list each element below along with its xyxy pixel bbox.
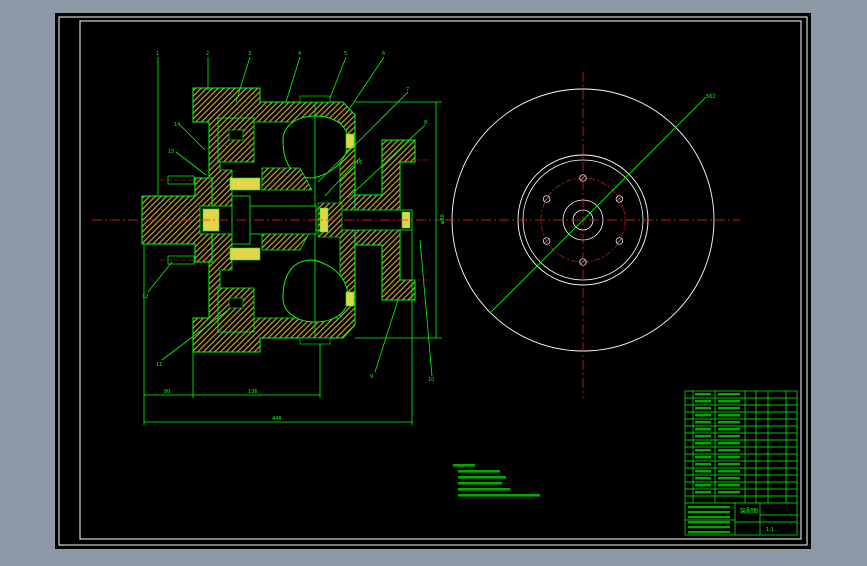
note-line bbox=[458, 494, 540, 497]
part-label-14: 14 bbox=[174, 122, 180, 128]
note-line bbox=[458, 476, 506, 479]
part-label-16: 16 bbox=[356, 160, 362, 166]
cad-viewport[interactable]: 1 2 3 4 5 6 7 8 14 15 16 12 11 9 10 80 1… bbox=[0, 0, 867, 562]
sleeve-upper bbox=[229, 177, 261, 191]
assembly-drawing[interactable]: 1 2 3 4 5 6 7 8 14 15 16 12 11 9 10 80 1… bbox=[0, 0, 867, 562]
part-label-4: 4 bbox=[298, 51, 301, 57]
title-drawing-name: 装配图 bbox=[740, 507, 758, 515]
part-label-15: 15 bbox=[168, 149, 174, 155]
part-label-10: 10 bbox=[428, 377, 434, 383]
part-label-8: 8 bbox=[424, 120, 427, 126]
part-label-9: 9 bbox=[370, 374, 373, 380]
part-label-12: 12 bbox=[142, 294, 148, 300]
part-label-11: 11 bbox=[156, 362, 162, 368]
bearing-lower bbox=[217, 287, 255, 333]
part-label-7: 7 bbox=[406, 87, 409, 93]
part-label-2: 2 bbox=[206, 51, 209, 57]
dim-left: 80 bbox=[164, 389, 170, 395]
part-label-6: 6 bbox=[382, 51, 385, 57]
part-label-1: 1 bbox=[156, 51, 159, 57]
note-line bbox=[458, 482, 502, 485]
dim-right: φ80 bbox=[440, 214, 446, 224]
part-label-5: 5 bbox=[344, 51, 347, 57]
note-line bbox=[458, 488, 510, 491]
part-label-3: 3 bbox=[248, 51, 251, 57]
title-scale: 1:1 bbox=[766, 527, 774, 533]
drawing-sheet bbox=[55, 13, 811, 549]
dim-mid: 136 bbox=[248, 389, 258, 395]
sleeve-lower bbox=[229, 247, 261, 261]
note-line bbox=[458, 470, 500, 473]
dim-total: 448 bbox=[272, 416, 282, 422]
note-line bbox=[453, 464, 475, 467]
diameter-label: 562 bbox=[706, 94, 716, 100]
